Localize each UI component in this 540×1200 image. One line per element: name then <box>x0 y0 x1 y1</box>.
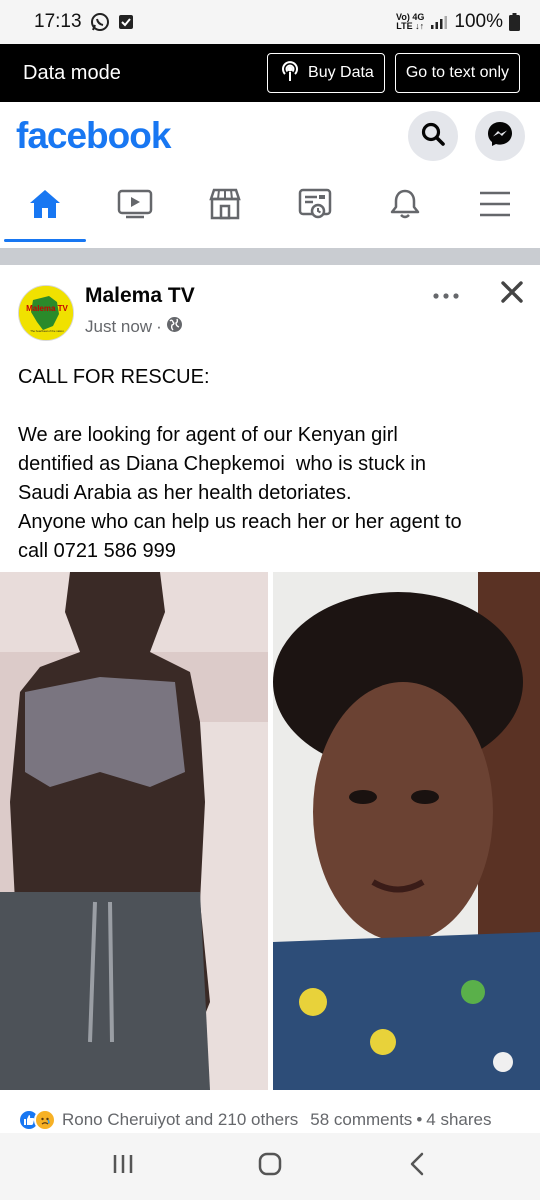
battery-icon <box>509 13 520 31</box>
post-options-button[interactable] <box>428 283 464 307</box>
close-icon <box>500 280 524 309</box>
bell-icon <box>388 187 422 226</box>
network-type: Vo) 4G LTE ↓↑ <box>396 12 425 31</box>
messenger-icon <box>486 120 514 153</box>
post-meta: Just now · <box>85 316 183 338</box>
whatsapp-icon <box>90 12 110 32</box>
data-mode-bar: Data mode Buy Data Go to text only <box>0 44 540 102</box>
avatar-tagline: The heartbeat of the nation <box>30 329 64 333</box>
post-line: Saudi Arabia as her health detoriates. <box>18 482 352 504</box>
hide-post-button[interactable] <box>496 278 528 310</box>
home-icon <box>27 187 63 226</box>
post-photo-right[interactable] <box>273 572 540 1090</box>
post-timestamp[interactable]: Just now <box>85 317 152 337</box>
text-only-label: Go to text only <box>405 64 509 81</box>
post-line: We are looking for agent of our Kenyan g… <box>18 424 398 446</box>
avatar-logo-text: Malema TV <box>26 304 68 313</box>
shares-count[interactable]: 4 shares <box>426 1110 491 1130</box>
post-line: call 0721 586 999 <box>18 540 176 562</box>
app-header: facebook <box>0 102 540 170</box>
tab-home[interactable] <box>0 170 90 242</box>
post-photos <box>0 572 540 1090</box>
comments-count[interactable]: 58 comments <box>310 1110 412 1130</box>
post-photo-left[interactable] <box>0 572 268 1090</box>
tab-watch[interactable] <box>90 170 180 242</box>
post-line: dentified as Diana Chepkemoi who is stuc… <box>18 453 426 475</box>
tab-notifications[interactable] <box>360 170 450 242</box>
broadcast-icon <box>278 59 302 88</box>
main-nav-tabs <box>0 170 540 242</box>
news-icon <box>297 187 333 226</box>
count-separator: • <box>416 1110 423 1129</box>
meta-separator: · <box>156 317 162 336</box>
data-mode-title: Data mode <box>23 61 121 84</box>
text-only-button[interactable]: Go to text only <box>394 53 520 93</box>
recents-button[interactable] <box>93 1142 153 1192</box>
tab-menu[interactable] <box>450 170 540 242</box>
tab-news[interactable] <box>270 170 360 242</box>
status-bar: 17:13 Vo) 4G LTE ↓↑ 100% <box>0 0 540 44</box>
marketplace-icon <box>207 187 243 226</box>
post-blank-line <box>18 392 528 421</box>
more-dots-icon <box>433 286 459 304</box>
sad-icon <box>34 1109 56 1131</box>
buy-data-button[interactable]: Buy Data <box>267 53 385 93</box>
post-header: Malema TV The heartbeat of the nation Ma… <box>0 265 540 353</box>
battery-percent: 100% <box>454 11 503 32</box>
menu-icon <box>478 189 512 224</box>
search-button[interactable] <box>408 111 458 161</box>
avatar[interactable]: Malema TV The heartbeat of the nation <box>18 285 74 341</box>
messenger-button[interactable] <box>475 111 525 161</box>
post-line: Anyone who can help us reach her or her … <box>18 511 462 533</box>
globe-icon <box>166 316 183 338</box>
buy-data-label: Buy Data <box>308 64 374 81</box>
search-icon <box>420 121 446 152</box>
clock: 17:13 <box>34 11 82 32</box>
checkbox-notification-icon <box>118 14 134 30</box>
reaction-icons[interactable] <box>18 1109 56 1131</box>
page-name[interactable]: Malema TV <box>85 284 195 308</box>
system-nav-bar <box>0 1133 540 1200</box>
home-system-button[interactable] <box>240 1142 300 1192</box>
section-divider <box>0 248 540 265</box>
reactors-text[interactable]: Rono Cheruiyot and 210 others <box>62 1110 298 1130</box>
signal-icon <box>430 14 448 30</box>
video-icon <box>117 188 153 225</box>
post-line: CALL FOR RESCUE: <box>18 366 210 388</box>
home-circle-icon <box>257 1151 283 1182</box>
post-body: CALL FOR RESCUE: We are looking for agen… <box>18 363 528 566</box>
back-button[interactable] <box>387 1142 447 1192</box>
facebook-logo[interactable]: facebook <box>16 115 171 157</box>
tab-marketplace[interactable] <box>180 170 270 242</box>
recents-icon <box>111 1153 135 1180</box>
back-icon <box>408 1151 426 1182</box>
